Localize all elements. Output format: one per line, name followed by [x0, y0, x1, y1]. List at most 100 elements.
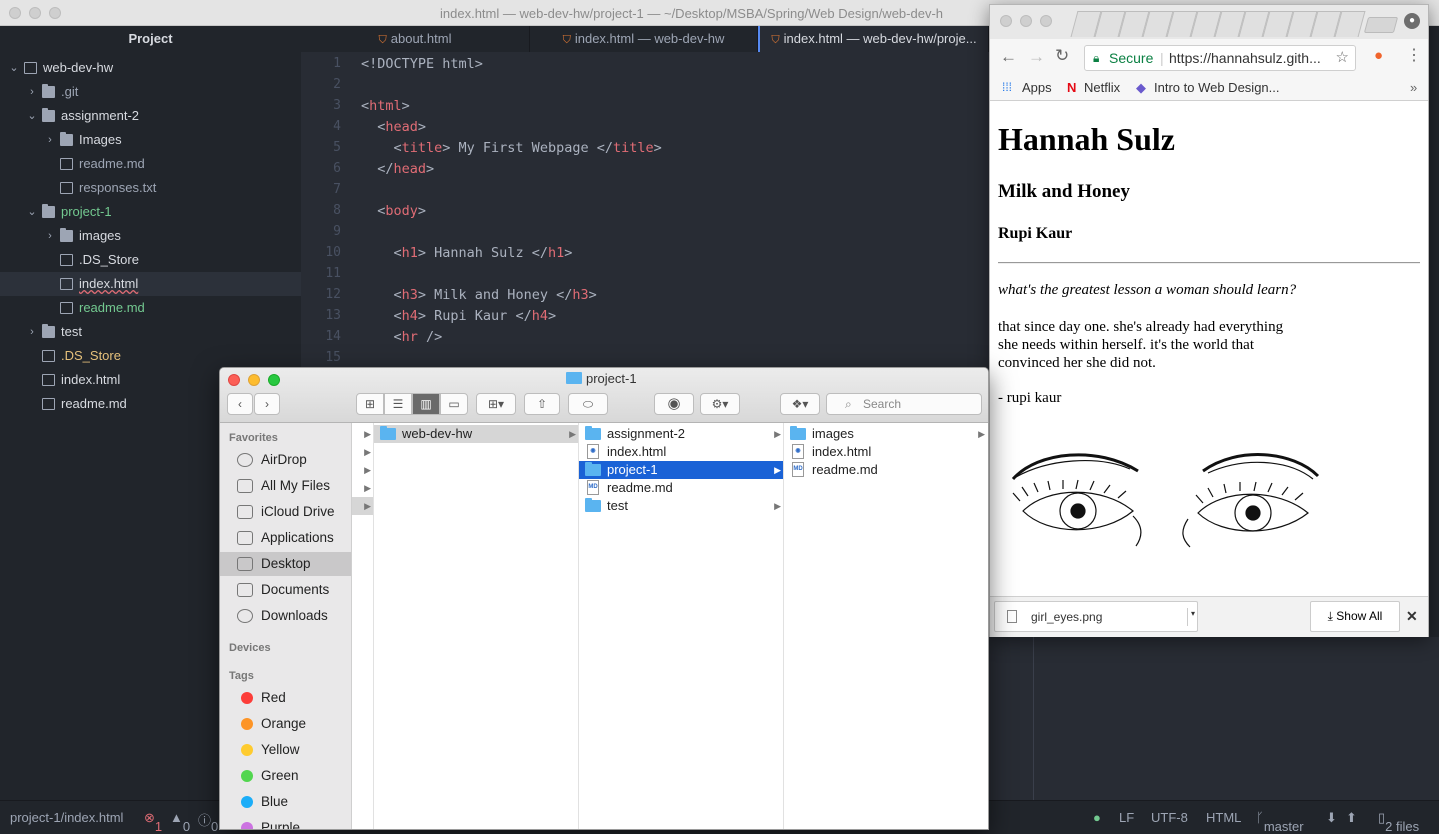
- reload-icon[interactable]: ↻: [1055, 46, 1069, 66]
- tree-folder-item[interactable]: › test: [0, 320, 301, 344]
- finder-file-row[interactable]: ◉ index.html: [579, 443, 783, 461]
- sidebar-item-applications[interactable]: Applications: [220, 526, 351, 550]
- column-view-button[interactable]: ▥: [412, 393, 440, 415]
- finder-file-row[interactable]: MD readme.md: [579, 479, 783, 497]
- back-button[interactable]: ‹: [227, 393, 253, 415]
- tab-about-html[interactable]: ⛉ about.html: [301, 26, 530, 52]
- root-folder-row[interactable]: ▶: [352, 461, 373, 479]
- chevron-right-icon[interactable]: ›: [26, 80, 38, 104]
- tab-index-html-project-1[interactable]: ⛉ index.html — web-dev-hw/proje...: [758, 26, 989, 52]
- finder-file-row[interactable]: ◉ index.html: [784, 443, 987, 461]
- close-window-button[interactable]: [1000, 15, 1012, 27]
- tab-index-html-web-dev-hw[interactable]: ⛉ index.html — web-dev-hw: [530, 26, 758, 52]
- tree-file-item[interactable]: readme.md: [0, 296, 301, 320]
- status-file-path[interactable]: project-1/index.html: [10, 810, 123, 825]
- new-tab-button[interactable]: [1363, 17, 1399, 33]
- sidebar-item-icloud-drive[interactable]: iCloud Drive: [220, 500, 351, 524]
- tree-folder-item[interactable]: › .git: [0, 80, 301, 104]
- sidebar-item-all-my-files[interactable]: All My Files: [220, 474, 351, 498]
- extension-icon[interactable]: ●: [1374, 47, 1383, 64]
- finder-folder-row[interactable]: web-dev-hw ▶: [374, 425, 578, 443]
- chevron-down-icon[interactable]: ⌄: [8, 56, 20, 80]
- tree-file-item[interactable]: index.html: [0, 272, 301, 296]
- finder-folder-row[interactable]: assignment-2 ▶: [579, 425, 783, 443]
- grammar[interactable]: HTML: [1206, 810, 1241, 825]
- tree-file-item[interactable]: .DS_Store: [0, 248, 301, 272]
- arrange-button[interactable]: ⊞▾: [476, 393, 516, 415]
- root-folder-row[interactable]: ▶: [352, 479, 373, 497]
- back-icon[interactable]: ←: [1000, 47, 1017, 67]
- finder-folder-row[interactable]: test ▶: [579, 497, 783, 515]
- search-field[interactable]: ⌕ Search: [826, 393, 982, 415]
- tree-file-item[interactable]: responses.txt: [0, 176, 301, 200]
- profile-icon[interactable]: ●: [1404, 13, 1420, 29]
- tag-item-orange[interactable]: Orange: [220, 712, 351, 736]
- list-view-button[interactable]: ☰: [384, 393, 412, 415]
- encoding[interactable]: UTF-8: [1151, 810, 1188, 825]
- sidebar-item-airdrop[interactable]: AirDrop: [220, 448, 351, 472]
- chevron-down-icon[interactable]: ⌄: [26, 200, 38, 224]
- bookmark-intro-web-design[interactable]: Intro to Web Design...: [1154, 80, 1280, 95]
- warning-count[interactable]: ▲ 0: [170, 810, 190, 834]
- tag-item-purple[interactable]: Purple: [220, 816, 351, 829]
- minimize-window-button[interactable]: [1020, 15, 1032, 27]
- fetch-icon[interactable]: ⬇: [1326, 810, 1337, 826]
- forward-button[interactable]: ›: [254, 393, 280, 415]
- chevron-down-icon[interactable]: ⌄: [26, 104, 38, 128]
- forward-icon[interactable]: →: [1028, 47, 1045, 67]
- cover-flow-button[interactable]: ▭: [440, 393, 468, 415]
- root-folder-row[interactable]: ▶: [352, 425, 373, 443]
- tags-button[interactable]: ⬭: [568, 393, 608, 415]
- close-download-bar-icon[interactable]: ✕: [1406, 608, 1418, 625]
- root-folder-row[interactable]: ▶: [352, 497, 373, 515]
- sidebar-item-downloads[interactable]: Downloads: [220, 604, 351, 628]
- tree-file-item[interactable]: readme.md: [0, 152, 301, 176]
- tree-folder-item[interactable]: ⌄ web-dev-hw: [0, 56, 301, 80]
- more-bookmarks-icon[interactable]: »: [1410, 80, 1417, 95]
- tree-folder-item[interactable]: › images: [0, 224, 301, 248]
- root-folder-row[interactable]: ▶: [352, 443, 373, 461]
- zoom-window-button[interactable]: [1040, 15, 1052, 27]
- chevron-right-icon[interactable]: ›: [26, 320, 38, 344]
- minimize-window-button[interactable]: [29, 7, 41, 19]
- url-text[interactable]: https://hannahsulz.gith...: [1169, 46, 1321, 70]
- icon-view-button[interactable]: ⊞: [356, 393, 384, 415]
- finder-file-row[interactable]: MD readme.md: [784, 461, 987, 479]
- tree-folder-item[interactable]: › Images: [0, 128, 301, 152]
- finder-folder-row[interactable]: images ▶: [784, 425, 987, 443]
- close-window-button[interactable]: [228, 374, 240, 386]
- finder-folder-row[interactable]: project-1 ▶: [579, 461, 783, 479]
- chevron-right-icon[interactable]: ›: [44, 128, 56, 152]
- menu-icon[interactable]: ⋮: [1406, 45, 1422, 65]
- tag-item-green[interactable]: Green: [220, 764, 351, 788]
- dropbox-button[interactable]: ❖▾: [780, 393, 820, 415]
- line-ending[interactable]: LF: [1119, 810, 1134, 825]
- error-count[interactable]: ⊗ 1: [144, 810, 162, 834]
- tag-item-red[interactable]: Red: [220, 686, 351, 710]
- push-icon[interactable]: ⬆: [1346, 810, 1357, 826]
- tag-item-yellow[interactable]: Yellow: [220, 738, 351, 762]
- quick-look-eye-icon[interactable]: ◉: [654, 393, 694, 415]
- minimize-window-button[interactable]: [248, 374, 260, 386]
- bookmark-netflix[interactable]: Netflix: [1084, 80, 1120, 95]
- info-count[interactable]: ⓘ 0: [198, 810, 218, 834]
- share-button[interactable]: ⇧: [524, 393, 560, 415]
- git-branch[interactable]: ᚴ master: [1256, 810, 1304, 834]
- close-window-button[interactable]: [9, 7, 21, 19]
- download-menu-arrow-icon[interactable]: ▾: [1187, 608, 1195, 626]
- zoom-window-button[interactable]: [49, 7, 61, 19]
- tag-item-blue[interactable]: Blue: [220, 790, 351, 814]
- chevron-right-icon[interactable]: ›: [44, 224, 56, 248]
- action-gear-button[interactable]: ⚙▾: [700, 393, 740, 415]
- tree-file-item[interactable]: .DS_Store: [0, 344, 301, 368]
- sidebar-item-documents[interactable]: Documents: [220, 578, 351, 602]
- bookmark-star-icon[interactable]: ☆: [1336, 46, 1349, 70]
- address-bar[interactable]: 🔒︎ Secure | https://hannahsulz.gith... ☆: [1084, 45, 1356, 71]
- show-all-button[interactable]: ⤓ Show All: [1310, 601, 1400, 632]
- sidebar-item-desktop[interactable]: Desktop: [220, 552, 351, 576]
- tree-folder-item[interactable]: ⌄ assignment-2: [0, 104, 301, 128]
- zoom-window-button[interactable]: [268, 374, 280, 386]
- bookmark-apps[interactable]: Apps: [1022, 80, 1052, 95]
- tree-folder-item[interactable]: ⌄ project-1: [0, 200, 301, 224]
- download-item[interactable]: girl_eyes.png ▾: [994, 601, 1198, 632]
